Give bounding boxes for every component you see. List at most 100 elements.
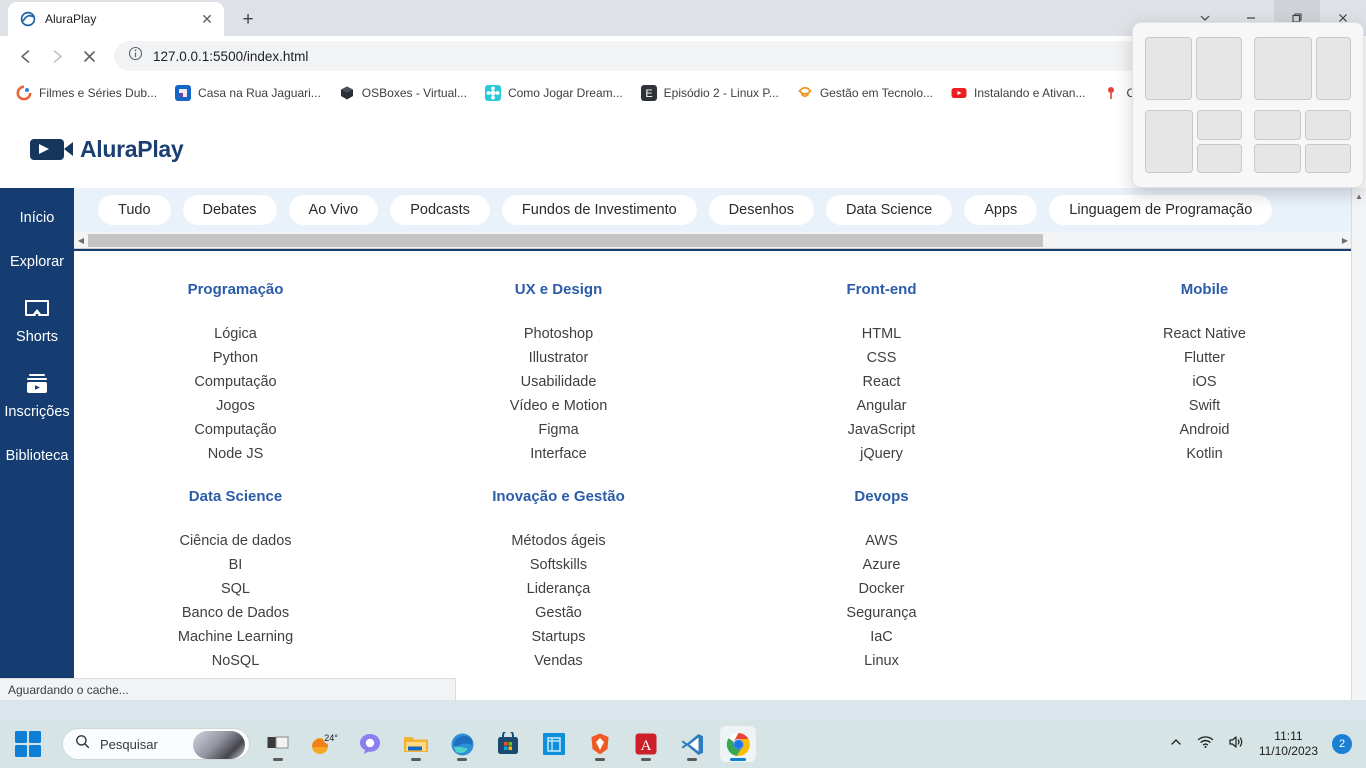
snap-cell[interactable]: [1196, 110, 1242, 140]
snap-cell[interactable]: [1304, 143, 1351, 173]
sidebar-item-inscricoes[interactable]: Inscrições: [0, 373, 74, 420]
list-item[interactable]: AWS: [720, 529, 1043, 553]
taskbar-search[interactable]: Pesquisar: [62, 728, 250, 760]
list-item[interactable]: Docker: [720, 577, 1043, 601]
list-item[interactable]: SQL: [74, 577, 397, 601]
tab-tudo[interactable]: Tudo: [98, 195, 171, 225]
google-chrome[interactable]: [720, 726, 756, 762]
snap-cell[interactable]: [1195, 37, 1242, 100]
list-item[interactable]: BI: [74, 553, 397, 577]
stop-loading-button[interactable]: [74, 41, 104, 71]
list-item[interactable]: Interface: [397, 442, 720, 466]
taskbar-clock[interactable]: 11:11 11/10/2023: [1259, 729, 1318, 759]
sidebar-item-inicio[interactable]: Início: [0, 210, 74, 226]
list-item[interactable]: Azure: [720, 553, 1043, 577]
blue-app[interactable]: [536, 726, 572, 762]
list-item[interactable]: HTML: [720, 322, 1043, 346]
tab-debates[interactable]: Debates: [182, 195, 277, 225]
snap-cell[interactable]: [1254, 110, 1301, 140]
tab-fundos-de-investimento[interactable]: Fundos de Investimento: [501, 195, 697, 225]
list-item[interactable]: Softskills: [397, 553, 720, 577]
list-item[interactable]: Linux: [720, 649, 1043, 673]
list-item[interactable]: Illustrator: [397, 346, 720, 370]
snap-cell[interactable]: [1196, 143, 1242, 173]
browser-tab-aluraplay[interactable]: AluraPlay ✕: [8, 2, 224, 36]
snap-cell[interactable]: [1145, 110, 1193, 173]
list-item[interactable]: Node JS: [74, 442, 397, 466]
snap-layout-option-halves[interactable]: [1145, 37, 1242, 100]
list-item[interactable]: Computação: [74, 418, 397, 442]
snap-cell[interactable]: [1304, 110, 1351, 140]
file-explorer[interactable]: [398, 726, 434, 762]
snap-layout-option-two-thirds[interactable]: [1254, 37, 1351, 100]
list-item[interactable]: Figma: [397, 418, 720, 442]
list-item[interactable]: Vendas: [397, 649, 720, 673]
scroll-left-arrow-icon[interactable]: ◀: [74, 232, 88, 249]
snap-cell[interactable]: [1254, 37, 1313, 100]
wifi-icon[interactable]: [1197, 735, 1214, 754]
list-item[interactable]: Métodos ágeis: [397, 529, 720, 553]
horizontal-scroll-thumb[interactable]: [88, 234, 1043, 247]
scroll-right-arrow-icon[interactable]: ▶: [1338, 232, 1352, 249]
list-item[interactable]: Vídeo e Motion: [397, 394, 720, 418]
list-item[interactable]: Android: [1043, 418, 1366, 442]
list-item[interactable]: Flutter: [1043, 346, 1366, 370]
bookmark-item[interactable]: Filmes e Séries Dub...: [8, 81, 165, 105]
scroll-up-arrow-icon[interactable]: ▲: [1352, 188, 1366, 204]
snap-layout-option-quadrants[interactable]: [1254, 110, 1351, 173]
vertical-scrollbar[interactable]: ▲: [1351, 188, 1366, 700]
vs-code[interactable]: [674, 726, 710, 762]
bookmark-item[interactable]: E Episódio 2 - Linux P...: [633, 81, 787, 105]
site-info-icon[interactable]: [128, 46, 143, 66]
list-item[interactable]: Ciência de dados: [74, 529, 397, 553]
tab-apps[interactable]: Apps: [964, 195, 1038, 225]
list-item[interactable]: Startups: [397, 625, 720, 649]
microsoft-edge[interactable]: [444, 726, 480, 762]
list-item[interactable]: JavaScript: [720, 418, 1043, 442]
list-item[interactable]: Liderança: [397, 577, 720, 601]
list-item[interactable]: jQuery: [720, 442, 1043, 466]
tab-close-icon[interactable]: ✕: [198, 10, 216, 28]
snap-cell[interactable]: [1316, 37, 1351, 100]
messenger-app[interactable]: [352, 726, 388, 762]
bookmark-item[interactable]: Casa na Rua Jaguari...: [167, 81, 329, 105]
list-item[interactable]: NoSQL: [74, 649, 397, 673]
list-item[interactable]: Usabilidade: [397, 370, 720, 394]
tab-desenhos[interactable]: Desenhos: [708, 195, 814, 225]
list-item[interactable]: Machine Learning: [74, 625, 397, 649]
list-item[interactable]: Segurança: [720, 601, 1043, 625]
list-item[interactable]: IaC: [720, 625, 1043, 649]
task-view-button[interactable]: [260, 726, 296, 762]
list-item[interactable]: Gestão: [397, 601, 720, 625]
back-button[interactable]: [10, 41, 40, 71]
volume-icon[interactable]: [1228, 735, 1245, 754]
sidebar-item-explorar[interactable]: Explorar: [0, 254, 74, 270]
snap-layout-option-left-stack[interactable]: [1145, 110, 1242, 173]
tab-data-science[interactable]: Data Science: [825, 195, 953, 225]
list-item[interactable]: Swift: [1043, 394, 1366, 418]
bookmark-item[interactable]: OSBoxes - Virtual...: [331, 81, 475, 105]
tab-linguagem-de-programacao[interactable]: Linguagem de Programação: [1049, 195, 1273, 225]
list-item[interactable]: iOS: [1043, 370, 1366, 394]
list-item[interactable]: Jogos: [74, 394, 397, 418]
list-item[interactable]: Lógica: [74, 322, 397, 346]
snap-cell[interactable]: [1145, 37, 1192, 100]
list-item[interactable]: Angular: [720, 394, 1043, 418]
tray-overflow-icon[interactable]: [1169, 735, 1183, 754]
list-item[interactable]: Photoshop: [397, 322, 720, 346]
bookmark-item[interactable]: Instalando e Ativan...: [943, 81, 1093, 105]
list-item[interactable]: React Native: [1043, 322, 1366, 346]
list-item[interactable]: Banco de Dados: [74, 601, 397, 625]
forward-button[interactable]: [42, 41, 72, 71]
bookmark-item[interactable]: Gestão em Tecnolo...: [789, 81, 941, 105]
weather-widget[interactable]: 24°: [306, 726, 342, 762]
snap-layouts-flyout[interactable]: [1132, 22, 1364, 188]
sidebar-item-shorts[interactable]: Shorts: [0, 298, 74, 345]
sidebar-item-biblioteca[interactable]: Biblioteca: [0, 448, 74, 464]
list-item[interactable]: React: [720, 370, 1043, 394]
snap-cell[interactable]: [1254, 143, 1301, 173]
tab-ao-vivo[interactable]: Ao Vivo: [288, 195, 379, 225]
brave-browser[interactable]: [582, 726, 618, 762]
start-button[interactable]: [14, 730, 42, 758]
horizontal-scrollbar[interactable]: ◀ ▶: [74, 232, 1366, 249]
